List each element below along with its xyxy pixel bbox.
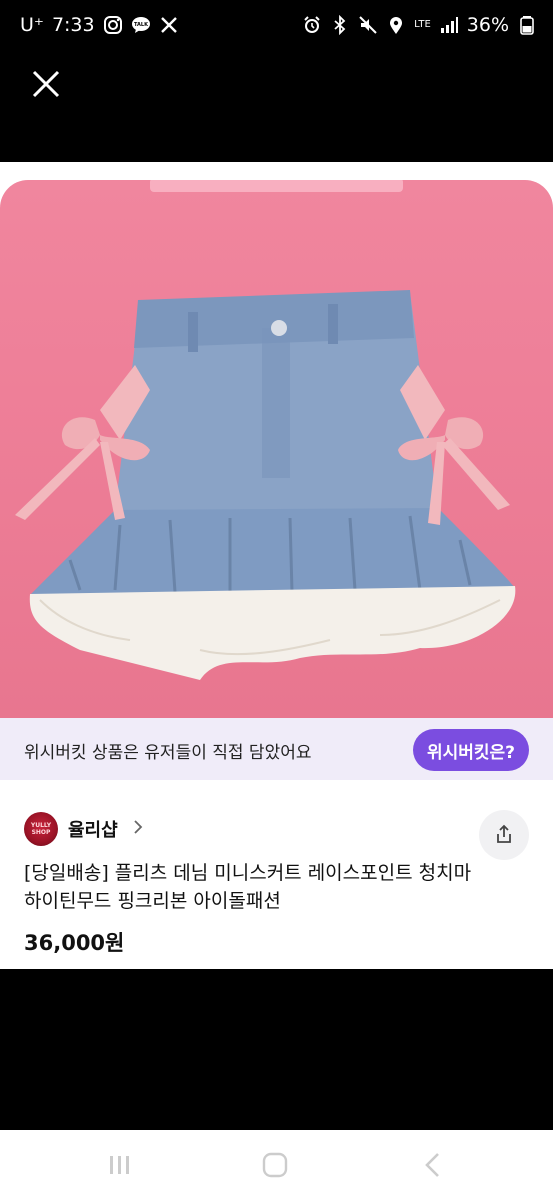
clock: 7:33 bbox=[51, 14, 95, 36]
status-bar: U⁺ 7:33 TALK LTE 36% bbox=[0, 0, 553, 52]
image-header-decoration bbox=[150, 180, 403, 192]
x-app-icon bbox=[159, 15, 179, 35]
banner-text: 위시버킷 상품은 유저들이 직접 담았어요 bbox=[24, 743, 312, 763]
recent-apps-icon bbox=[110, 1156, 129, 1174]
alarm-icon bbox=[302, 15, 322, 35]
battery-icon bbox=[517, 15, 537, 35]
carrier-label: U⁺ bbox=[20, 14, 44, 36]
location-icon bbox=[386, 15, 406, 35]
home-icon bbox=[262, 1152, 288, 1178]
shop-name: 율리샵 bbox=[68, 820, 118, 841]
shop-logo: YULLY SHOP bbox=[24, 812, 58, 846]
chevron-right-icon bbox=[132, 819, 144, 840]
product-price: 36,000원 bbox=[24, 931, 125, 955]
mute-icon bbox=[358, 15, 378, 35]
share-icon bbox=[497, 824, 511, 843]
wishbucket-banner: 위시버킷 상품은 유저들이 직접 담았어요 위시버킷은? bbox=[0, 718, 553, 780]
back-button[interactable] bbox=[418, 1150, 448, 1180]
home-button[interactable] bbox=[260, 1150, 290, 1180]
shop-link[interactable]: YULLY SHOP 율리샵 bbox=[24, 812, 144, 846]
instagram-icon bbox=[103, 15, 123, 35]
back-icon bbox=[425, 1153, 439, 1177]
battery-percent: 36% bbox=[466, 14, 509, 36]
network-type: LTE bbox=[414, 19, 431, 30]
close-icon bbox=[32, 70, 60, 98]
denim-skirt-image bbox=[15, 290, 516, 680]
recent-apps-button[interactable] bbox=[105, 1150, 135, 1180]
close-button[interactable] bbox=[28, 66, 64, 102]
signal-icon bbox=[439, 15, 459, 35]
svg-text:TALK: TALK bbox=[134, 22, 149, 28]
product-title: [당일배송] 플리츠 데님 미니스커트 레이스포인트 청치마 하이틴무드 핑크리… bbox=[24, 862, 472, 912]
wishbucket-info-button[interactable]: 위시버킷은? bbox=[412, 729, 529, 771]
kakaotalk-icon: TALK bbox=[131, 15, 151, 35]
product-image[interactable] bbox=[0, 180, 553, 720]
share-button[interactable] bbox=[479, 810, 529, 860]
bluetooth-icon bbox=[330, 15, 350, 35]
system-nav-bar bbox=[0, 1130, 553, 1200]
product-card: 위시버킷 상품은 유저들이 직접 담았어요 위시버킷은? YULLY SHOP … bbox=[0, 162, 553, 969]
